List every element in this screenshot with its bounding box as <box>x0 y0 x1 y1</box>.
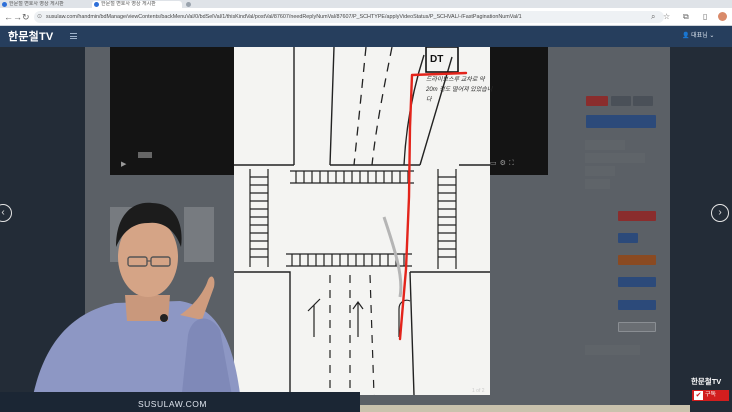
panel-row <box>585 179 610 189</box>
panel-button[interactable] <box>586 115 656 128</box>
reload-icon[interactable]: ↻ <box>22 11 30 23</box>
bookmark-star-icon[interactable]: ☆ <box>663 11 670 23</box>
website-caption: SUSULAW.COM <box>138 399 207 409</box>
extensions-icon[interactable]: ⧉ <box>683 11 689 23</box>
panel-chip[interactable] <box>618 255 656 265</box>
check-icon: ✔ <box>694 391 703 400</box>
sketch-note: 드라이브스루 교차로 약 20m 정도 떨어져 있었습니다 <box>426 77 493 103</box>
screen: 한문철 변호사 영상 게시판 한문철 변호사 영상 게시판 ← → ↻ ⊙ su… <box>0 0 732 412</box>
favicon-icon <box>94 2 99 7</box>
browser-tab-1[interactable]: 한문철 변호사 영상 게시판 <box>0 1 90 8</box>
browser-tab-3[interactable] <box>184 1 274 8</box>
browser-tab-2[interactable]: 한문철 변호사 영상 게시판 <box>92 1 182 8</box>
drive-thru-label: DT <box>430 54 444 65</box>
panel-chip[interactable] <box>618 277 656 287</box>
right-panel <box>553 47 670 412</box>
site-logo[interactable]: 한문철TV <box>8 30 53 44</box>
panel-chip[interactable] <box>633 96 653 106</box>
hamburger-menu-icon[interactable] <box>70 33 77 39</box>
favicon-icon <box>2 2 7 7</box>
presenter-image <box>30 202 242 412</box>
page-indicator: 1 of 2 <box>472 388 485 394</box>
panel-row <box>585 166 615 176</box>
subscribe-label: 구독 <box>705 392 717 398</box>
play-icon[interactable]: ▶ <box>121 160 126 168</box>
sidepanel-icon[interactable]: ▯ <box>703 11 707 23</box>
address-bar[interactable]: ⊙ susulaw.com/handmin/bdManage/viewConte… <box>34 11 664 23</box>
panel-row <box>585 140 625 150</box>
video-timestamp <box>138 152 152 158</box>
browser-tab-title: 한문철 변호사 영상 게시판 <box>9 1 64 7</box>
panel-chip[interactable] <box>618 322 656 332</box>
zoom-icon[interactable]: ⌕ <box>651 11 655 23</box>
profile-avatar[interactable] <box>718 12 727 21</box>
user-menu-label: 대표님 ⌄ <box>691 33 715 39</box>
browser-toolbar: ← → ↻ ⊙ susulaw.com/handmin/bdManage/vie… <box>0 8 732 26</box>
browser-tab-strip: 한문철 변호사 영상 게시판 한문철 변호사 영상 게시판 <box>0 0 732 8</box>
user-menu[interactable]: 👤 대표님 ⌄ <box>682 32 714 41</box>
video-settings-icons[interactable]: ▭⚙⛶ <box>490 159 517 168</box>
panel-chip[interactable] <box>611 96 631 106</box>
user-icon: 👤 <box>682 33 690 39</box>
address-url: susulaw.com/handmin/bdManage/viewContent… <box>46 14 522 20</box>
browser-tab-title: 한문철 변호사 영상 게시판 <box>101 1 156 7</box>
channel-watermark: 한문철TV <box>691 377 722 386</box>
forward-icon[interactable]: → <box>13 11 22 23</box>
panel-chip[interactable] <box>618 233 638 243</box>
site-info-icon[interactable]: ⊙ <box>37 11 42 23</box>
panel-chip[interactable] <box>618 300 656 310</box>
subscribe-button[interactable]: ✔ 구독 <box>692 390 729 401</box>
bottom-strip <box>360 405 690 412</box>
back-icon[interactable]: ← <box>4 11 13 23</box>
site-header: 한문철TV 👤 대표님 ⌄ <box>0 26 732 47</box>
next-arrow-icon[interactable]: › <box>711 204 729 222</box>
panel-row <box>585 345 640 355</box>
favicon-icon <box>186 2 191 7</box>
panel-chip[interactable] <box>618 211 656 221</box>
panel-row <box>585 153 645 163</box>
panel-chip[interactable] <box>586 96 608 106</box>
